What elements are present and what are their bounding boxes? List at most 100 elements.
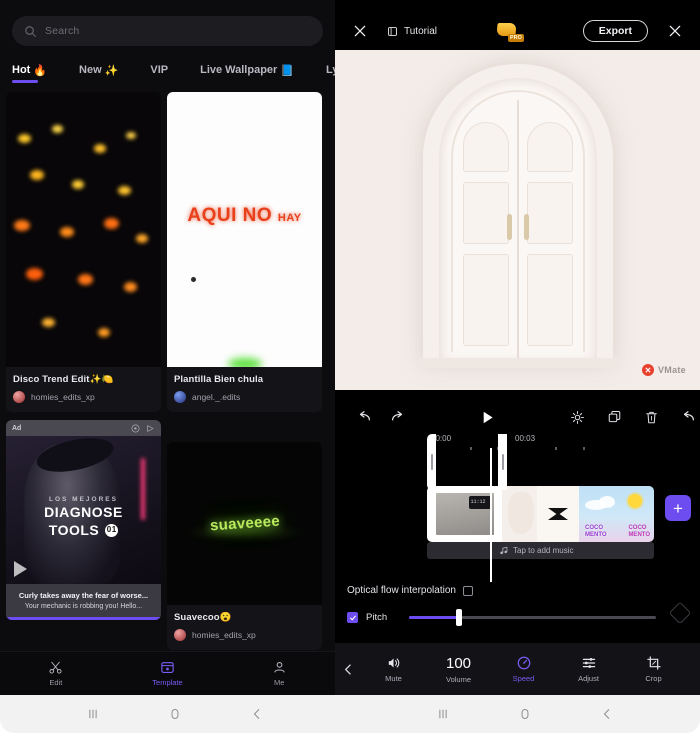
android-nav-right: [350, 695, 700, 733]
home-icon[interactable]: [168, 707, 182, 721]
ad-overlay-small: LOS MEJORES: [49, 496, 118, 503]
timeline-clip[interactable]: [537, 486, 579, 542]
crop-icon: [646, 655, 662, 671]
timeline-playhead[interactable]: [490, 448, 492, 582]
slider-knob[interactable]: [456, 609, 463, 626]
speaker-mute-icon[interactable]: [131, 424, 140, 433]
undo-edge-icon[interactable]: [681, 409, 698, 426]
tool-mute-label: Mute: [385, 674, 402, 683]
tab-live-wallpaper[interactable]: Live Wallpaper 📘: [200, 64, 304, 83]
template-thumbnail: [6, 92, 161, 367]
tool-speed[interactable]: Speed: [491, 655, 556, 683]
search-container: Search: [0, 16, 335, 48]
speed-slider[interactable]: [409, 609, 656, 626]
back-icon[interactable]: [250, 707, 264, 721]
ad-header-icons: [131, 424, 155, 433]
template-icon: [160, 660, 175, 675]
avatar: [174, 391, 186, 403]
close-right-button[interactable]: [662, 24, 688, 38]
search-input[interactable]: Search: [12, 16, 323, 46]
sun-icon: [628, 494, 642, 508]
optical-flow-option[interactable]: Optical flow interpolation: [347, 585, 473, 596]
duplicate-icon[interactable]: [607, 410, 622, 425]
ad-copy-line2: Your mechanic is robbing you! Hello...: [24, 603, 143, 611]
plus-icon: +: [673, 498, 683, 518]
recent-apps-icon[interactable]: [436, 707, 450, 721]
back-icon[interactable]: [600, 707, 614, 721]
template-meta: Disco Trend Edit✨🍋 homies_edits_xp: [6, 367, 161, 412]
pitch-checkbox[interactable]: [347, 612, 358, 623]
template-author[interactable]: homies_edits_xp: [174, 629, 315, 641]
android-navigation-bar: [0, 695, 700, 733]
recent-apps-icon[interactable]: [86, 707, 100, 721]
template-card-disco[interactable]: Disco Trend Edit✨🍋 homies_edits_xp: [6, 92, 161, 412]
home-icon[interactable]: [518, 707, 532, 721]
template-thumbnail: AQUI NO HAY: [167, 92, 322, 367]
optical-flow-label: Optical flow interpolation: [347, 585, 456, 596]
door-handle: [506, 214, 512, 240]
door-illustration: [416, 64, 619, 379]
nav-item-me[interactable]: Me: [223, 660, 335, 687]
redo-icon[interactable]: [388, 409, 405, 426]
add-clip-button[interactable]: +: [665, 495, 691, 521]
tool-volume[interactable]: 100 Volume: [426, 655, 491, 684]
template-card-plantilla[interactable]: AQUI NO HAY Plantilla Bien chula angel._…: [167, 92, 322, 412]
tutorial-button[interactable]: Tutorial: [387, 26, 437, 37]
fire-icon: 🔥: [33, 64, 48, 77]
tab-lyric[interactable]: Lyric: [326, 64, 335, 82]
clip-trim-handle-left[interactable]: [427, 434, 436, 490]
pro-badge[interactable]: PRO: [496, 22, 524, 42]
transition-icon[interactable]: [548, 508, 568, 520]
app-bottom-navigation: Edit Template Me: [0, 651, 335, 695]
timeline-clip[interactable]: COCO MENTO COCO MENTO: [579, 486, 654, 542]
tab-lyric-label: Lyric: [326, 64, 335, 76]
video-preview[interactable]: ✕ VMate: [335, 50, 700, 390]
tab-new[interactable]: New ✨: [79, 64, 128, 83]
undo-icon[interactable]: [357, 409, 374, 426]
search-icon: [24, 25, 37, 38]
tab-vip-label: VIP: [150, 64, 169, 76]
template-card-suave[interactable]: suaveeee Suavecoo😮 homies_edits_xp: [167, 442, 322, 650]
nav-item-template-label: Template: [152, 678, 183, 687]
template-meta: Suavecoo😮 homies_edits_xp: [167, 605, 322, 650]
scissors-icon: [48, 660, 63, 675]
delete-trash-icon[interactable]: [644, 410, 659, 425]
book-icon: [387, 26, 398, 37]
play-icon[interactable]: [479, 409, 496, 426]
tab-vip[interactable]: VIP: [150, 64, 178, 82]
export-button[interactable]: Export: [582, 20, 648, 42]
door-panel: [526, 254, 573, 346]
tool-adjust[interactable]: Adjust: [556, 655, 621, 683]
advertisement-card[interactable]: Remove Ads › Ad: [6, 420, 161, 621]
close-left-button[interactable]: [347, 24, 373, 38]
template-author-name: homies_edits_xp: [31, 392, 95, 402]
clip-thumbnail: [508, 492, 534, 534]
tool-crop[interactable]: Crop: [621, 655, 686, 683]
door-panel: [462, 254, 509, 346]
ad-header-bar: Ad: [6, 420, 161, 436]
tool-mute[interactable]: Mute: [361, 655, 426, 683]
tool-speed-label: Speed: [512, 674, 535, 683]
tab-hot[interactable]: Hot 🔥: [12, 64, 57, 83]
ad-copy-line1: Curly takes away the fear of worse...: [18, 591, 149, 600]
export-label: Export: [598, 25, 632, 37]
template-author[interactable]: homies_edits_xp: [13, 391, 154, 403]
ad-link-icon[interactable]: [146, 424, 155, 433]
timeline[interactable]: 00:00 00:03 11:12 COCO MENTO COCO MENTO …: [335, 434, 700, 584]
add-music-bar[interactable]: Tap to add music: [427, 542, 654, 559]
optical-flow-checkbox[interactable]: [462, 585, 473, 596]
thumbnail-green-glow: [227, 358, 262, 367]
timeline-clip[interactable]: [502, 486, 537, 542]
nav-item-template[interactable]: Template: [112, 660, 224, 687]
settings-gear-icon[interactable]: [570, 410, 585, 425]
nav-item-edit[interactable]: Edit: [0, 660, 112, 687]
clip-trim-handle-middle[interactable]: [498, 434, 507, 490]
speaker-icon: [386, 655, 402, 671]
play-icon[interactable]: [14, 561, 27, 577]
timeline-clips[interactable]: COCOMENTO COCOMENTO: [427, 486, 654, 542]
speedometer-icon: [516, 655, 532, 671]
template-author[interactable]: angel._.edits: [174, 391, 315, 403]
template-meta: Plantilla Bien chula angel._.edits: [167, 367, 322, 412]
watermark-close-icon[interactable]: ✕: [641, 364, 654, 376]
back-button[interactable]: [335, 663, 361, 676]
